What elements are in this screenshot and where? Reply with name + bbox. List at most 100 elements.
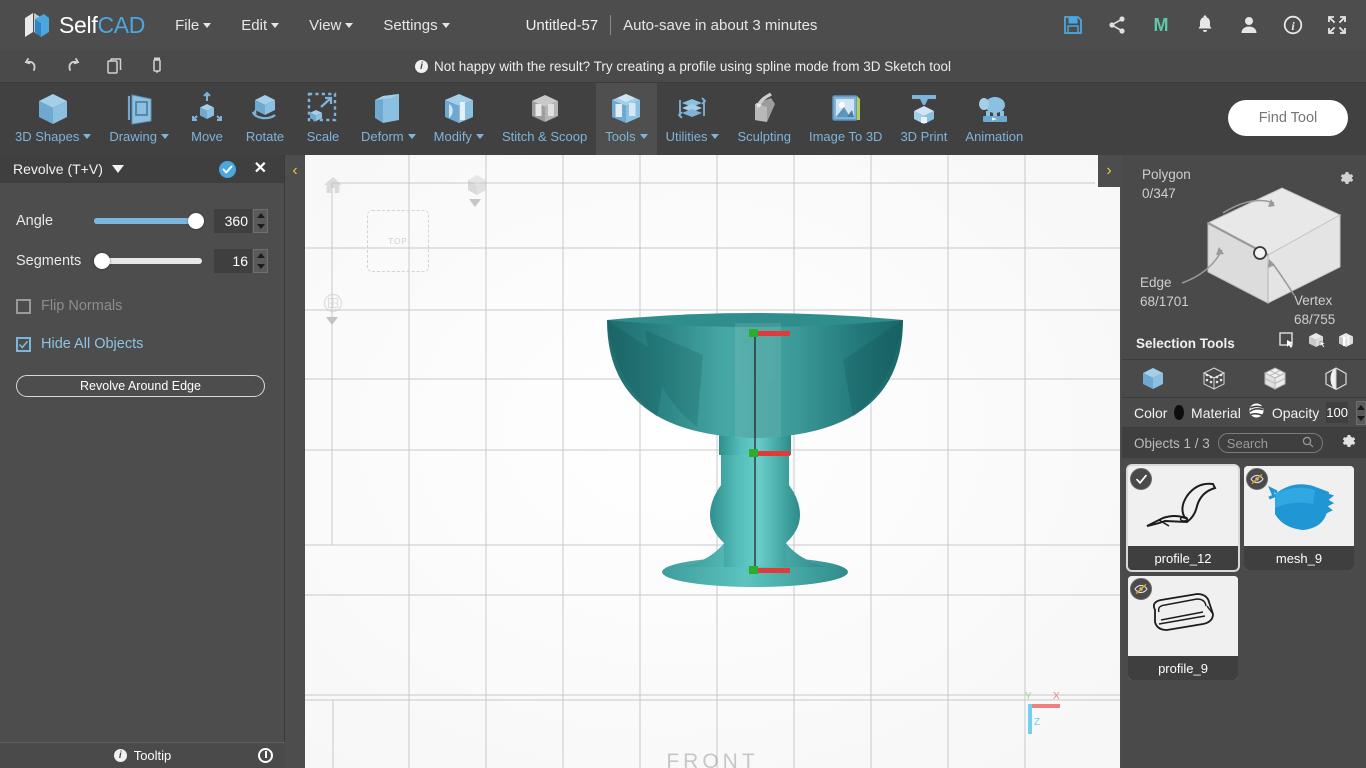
stepper-up-icon[interactable] xyxy=(1357,404,1365,410)
tool-image-to-3d[interactable]: Image To 3D xyxy=(800,83,891,155)
object-card-mesh-9[interactable]: mesh_9 xyxy=(1244,466,1354,570)
edge-mode-icon[interactable] xyxy=(1321,364,1351,394)
object-card-profile-9[interactable]: profile_9 xyxy=(1128,576,1238,680)
view-options-chevron-icon[interactable] xyxy=(469,199,481,207)
m-logo-icon[interactable]: M xyxy=(1150,14,1172,36)
utilities-icon xyxy=(674,89,712,129)
tool-move[interactable]: Move xyxy=(178,83,236,155)
tool-utilities[interactable]: Utilities xyxy=(657,83,729,155)
tool-drawing[interactable]: Drawing xyxy=(100,83,178,155)
menu-settings-label: Settings xyxy=(383,16,438,34)
find-tool-input[interactable] xyxy=(1228,100,1348,136)
chevron-down-icon xyxy=(203,22,212,28)
panel-header: Revolve (T+V) ✕ xyxy=(0,155,284,183)
visibility-toggle-checked[interactable] xyxy=(1130,468,1152,490)
angle-value[interactable]: 360 xyxy=(214,209,252,233)
loop-select-icon[interactable] xyxy=(1338,331,1356,354)
copy-icon[interactable] xyxy=(102,53,128,79)
home-view-icon[interactable] xyxy=(323,175,343,200)
selfcad-logo[interactable]: SelfCAD xyxy=(22,10,145,40)
vertex-count-value: 68/755 xyxy=(1294,312,1336,327)
grid-options-chevron-icon[interactable] xyxy=(326,317,338,325)
tool-rotate[interactable]: Rotate xyxy=(236,83,294,155)
angle-slider[interactable] xyxy=(94,213,204,229)
fullscreen-icon[interactable] xyxy=(1326,14,1348,36)
rectangle-select-icon[interactable] xyxy=(1278,331,1296,354)
stitch-scoop-icon xyxy=(526,89,564,129)
hide-all-objects-row[interactable]: Hide All Objects xyxy=(16,325,268,363)
segments-stepper[interactable] xyxy=(253,249,268,273)
segments-slider[interactable] xyxy=(94,253,202,269)
polygon-mode-icon[interactable] xyxy=(1260,364,1290,394)
visibility-toggle-hidden[interactable] xyxy=(1246,468,1268,490)
color-swatch[interactable] xyxy=(1174,405,1185,420)
hide-all-objects-checkbox[interactable] xyxy=(16,336,31,352)
confirm-button[interactable] xyxy=(219,161,236,178)
chevron-down-icon xyxy=(475,134,484,139)
stepper-down-icon[interactable] xyxy=(256,264,265,269)
stepper-down-icon[interactable] xyxy=(256,224,265,229)
revolve-around-edge-button[interactable]: Revolve Around Edge xyxy=(16,375,265,397)
tooltip-label: Tooltip xyxy=(133,748,172,763)
animation-icon xyxy=(975,89,1013,129)
tool-deform[interactable]: Deform xyxy=(352,83,425,155)
menu-edit[interactable]: Edit xyxy=(241,17,280,34)
tool-modify[interactable]: Modify xyxy=(425,83,493,155)
chevron-down-icon xyxy=(271,22,280,28)
right-sidebar: Polygon 0/347 Edge 68/1701 Vertex 68/755… xyxy=(1122,155,1366,768)
selection-mode-bar xyxy=(1122,360,1366,398)
3d-viewport[interactable]: TOP X Y Z FRONT › xyxy=(305,155,1120,768)
share-icon[interactable] xyxy=(1106,14,1128,36)
box-select-icon[interactable] xyxy=(1308,331,1326,354)
vertex-mode-icon[interactable] xyxy=(1199,364,1229,394)
stepper-down-icon[interactable] xyxy=(1357,415,1365,421)
object-card-profile-12[interactable]: profile_12 xyxy=(1128,466,1238,570)
tool-scale[interactable]: Scale xyxy=(294,83,352,155)
save-icon[interactable] xyxy=(1062,14,1084,36)
chevron-down-icon[interactable] xyxy=(111,165,124,173)
menu-file[interactable]: File xyxy=(175,17,212,34)
power-toggle-icon[interactable] xyxy=(258,748,273,763)
undo-icon[interactable] xyxy=(18,53,44,79)
opacity-value[interactable]: 100 xyxy=(1326,402,1348,423)
visibility-toggle-hidden[interactable] xyxy=(1130,578,1152,600)
tool-stitch-scoop[interactable]: Stitch & Scoop xyxy=(493,83,596,155)
tool-sculpting[interactable]: Sculpting xyxy=(728,83,799,155)
segments-slider-knob[interactable] xyxy=(94,253,111,269)
document-title[interactable]: Untitled-57 xyxy=(526,17,599,34)
material-icon[interactable] xyxy=(1248,402,1265,424)
selection-tools-icons xyxy=(1278,331,1356,354)
axis-x-label: X xyxy=(1053,691,1060,702)
view-cube-icon[interactable] xyxy=(465,173,489,202)
objects-search-input[interactable]: Search xyxy=(1217,433,1323,453)
segments-value[interactable]: 16 xyxy=(214,249,252,273)
angle-slider-knob[interactable] xyxy=(188,213,204,229)
drawing-icon xyxy=(120,89,158,129)
angle-stepper[interactable] xyxy=(253,209,268,233)
redo-icon[interactable] xyxy=(60,53,86,79)
expand-right-panel-button[interactable]: › xyxy=(1098,155,1120,187)
object-mode-icon[interactable] xyxy=(1138,364,1168,394)
tool-animation[interactable]: Animation xyxy=(956,83,1032,155)
menu-view[interactable]: View xyxy=(309,17,354,34)
menu-settings[interactable]: Settings xyxy=(383,16,450,34)
tool-3d-print[interactable]: 3D Print xyxy=(891,83,956,155)
vertex-count-label: Vertex xyxy=(1294,293,1333,308)
tool-3d-shapes[interactable]: 3D Shapes xyxy=(6,83,100,155)
stepper-up-icon[interactable] xyxy=(256,253,265,258)
tool-label: Move xyxy=(191,129,223,144)
objects-settings-gear-icon[interactable] xyxy=(1339,432,1356,454)
collapse-left-panel-button[interactable]: ‹ xyxy=(285,155,305,187)
stepper-up-icon[interactable] xyxy=(256,213,265,218)
info-icon[interactable]: i xyxy=(1282,14,1304,36)
nav-cube-top-face[interactable]: TOP xyxy=(367,210,429,272)
notifications-bell-icon[interactable] xyxy=(1194,14,1216,36)
objects-count: Objects 1 / 3 xyxy=(1134,435,1210,451)
close-panel-button[interactable]: ✕ xyxy=(254,161,267,177)
user-account-icon[interactable] xyxy=(1238,14,1260,36)
opacity-stepper[interactable] xyxy=(1356,400,1366,425)
tool-tools[interactable]: Tools xyxy=(596,83,657,155)
tool-label: Sculpting xyxy=(737,129,791,144)
grid-snap-icon[interactable] xyxy=(323,293,343,318)
delete-icon[interactable] xyxy=(144,53,170,79)
